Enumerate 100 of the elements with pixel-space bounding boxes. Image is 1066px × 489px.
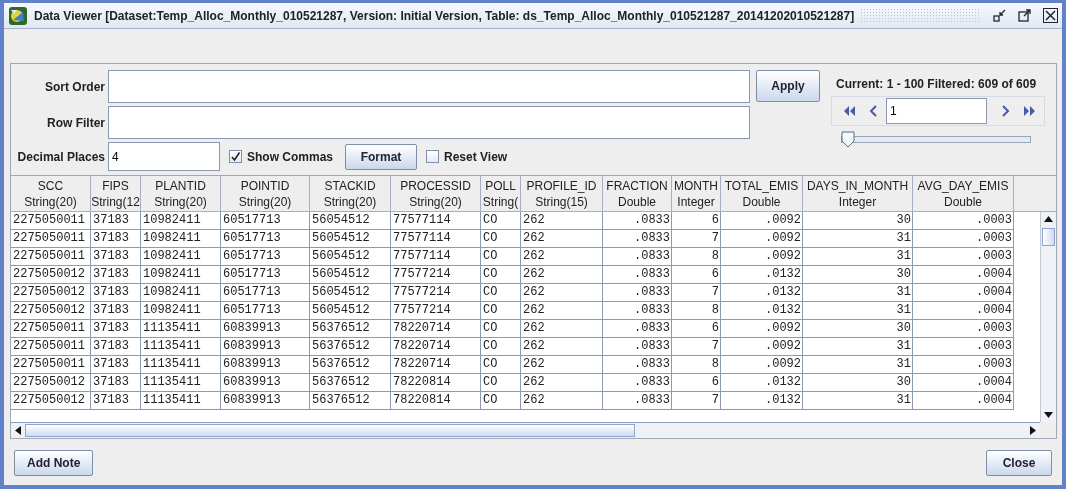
next-page-icon[interactable]: [1001, 105, 1011, 117]
table-cell: 56376512: [310, 356, 391, 374]
first-page-icon[interactable]: [842, 105, 856, 117]
table-cell: 262: [521, 248, 603, 266]
horizontal-scrollbar[interactable]: [11, 422, 1040, 438]
table-cell: .0004: [913, 284, 1014, 302]
table-cell: 8: [672, 248, 721, 266]
reset-view-label: Reset View: [444, 149, 508, 164]
scroll-up-icon[interactable]: [1044, 216, 1053, 222]
table-cell: 262: [521, 302, 603, 320]
table-cell: 11135411: [141, 392, 221, 410]
record-status: Current: 1 - 100 Filtered: 609 of 609: [836, 77, 1038, 91]
format-button[interactable]: Format: [345, 143, 417, 170]
table-cell: 31: [803, 230, 913, 248]
table-cell: CO: [481, 338, 521, 356]
table-cell: .0004: [913, 302, 1014, 320]
table-cell: 77577214: [391, 302, 481, 320]
table-cell: 11135411: [141, 320, 221, 338]
page-number-field[interactable]: 1: [886, 98, 987, 124]
table-cell: 2275050012: [11, 302, 91, 320]
scroll-down-icon[interactable]: [1044, 412, 1053, 418]
table-cell: .0003: [913, 230, 1014, 248]
table-cell: 60517713: [221, 302, 310, 320]
table-cell: 262: [521, 266, 603, 284]
table-cell: 6: [672, 320, 721, 338]
table-cell: 60839913: [221, 356, 310, 374]
table-cell: 10982411: [141, 212, 221, 230]
apply-button[interactable]: Apply: [756, 70, 820, 102]
table-cell: 78220814: [391, 374, 481, 392]
table-cell: 77577214: [391, 266, 481, 284]
table-cell: 37183: [91, 374, 141, 392]
table-cell: 11135411: [141, 356, 221, 374]
table-cell: 56054512: [310, 230, 391, 248]
table-cell: 262: [521, 356, 603, 374]
table-cell: .0132: [721, 284, 803, 302]
table-cell: CO: [481, 284, 521, 302]
scroll-left-icon[interactable]: [15, 426, 21, 435]
table-cell: .0132: [721, 374, 803, 392]
table-cell: 56376512: [310, 374, 391, 392]
scroll-thumb[interactable]: [25, 424, 635, 437]
table-cell: .0833: [603, 320, 672, 338]
decimal-places-label: Decimal Places: [16, 149, 105, 164]
table-cell: 30: [803, 212, 913, 230]
slider-thumb[interactable]: [841, 131, 855, 148]
sort-order-field[interactable]: [108, 70, 750, 103]
table-cell: 37183: [91, 356, 141, 374]
window-title: Data Viewer [Dataset:Temp_Alloc_Monthly_010521287, Version: Initial Version, Table: ds_Temp_Alloc_Monthly_010521287_20141202010521287]: [34, 8, 855, 23]
table-cell: 56376512: [310, 338, 391, 356]
row-filter-field[interactable]: [108, 106, 750, 139]
scroll-right-icon[interactable]: [1030, 426, 1036, 435]
table-cell: .0003: [913, 248, 1014, 266]
table-cell: 2275050011: [11, 248, 91, 266]
minimize-icon[interactable]: [993, 9, 1006, 22]
table-cell: .0833: [603, 392, 672, 410]
table-cell: .0092: [721, 248, 803, 266]
table-cell: 8: [672, 302, 721, 320]
page-slider[interactable]: [841, 131, 1031, 149]
table-cell: 2275050012: [11, 392, 91, 410]
previous-page-icon[interactable]: [868, 105, 878, 117]
table-cell: .0092: [721, 212, 803, 230]
table-cell: .0092: [721, 338, 803, 356]
checkbox[interactable]: [229, 150, 242, 163]
table-cell: 56054512: [310, 248, 391, 266]
table-cell: 30: [803, 320, 913, 338]
table-cell: CO: [481, 230, 521, 248]
table-cell: 77577214: [391, 284, 481, 302]
table-cell: 262: [521, 320, 603, 338]
dialog-button[interactable]: Add Note: [14, 450, 94, 476]
close-icon[interactable]: [1043, 8, 1058, 23]
table-cell: 7: [672, 284, 721, 302]
table-cell: 60517713: [221, 266, 310, 284]
table-cell: 8: [672, 356, 721, 374]
dialog-button[interactable]: Close: [986, 450, 1052, 476]
table-cell: 77577114: [391, 212, 481, 230]
table-cell: 2275050011: [11, 230, 91, 248]
last-page-icon[interactable]: [1023, 105, 1037, 117]
table-cell: .0092: [721, 230, 803, 248]
vertical-scrollbar[interactable]: [1040, 212, 1056, 422]
table-cell: 11135411: [141, 374, 221, 392]
table-cell: 30: [803, 374, 913, 392]
table-cell: .0833: [603, 302, 672, 320]
scroll-thumb[interactable]: [1042, 228, 1055, 246]
table-cell: 56054512: [310, 266, 391, 284]
table-cell: CO: [481, 392, 521, 410]
table-cell: 56376512: [310, 320, 391, 338]
table-cell: 78220714: [391, 338, 481, 356]
table-cell: 7: [672, 230, 721, 248]
maximize-icon[interactable]: [1018, 9, 1031, 22]
table-cell: CO: [481, 248, 521, 266]
table-cell: 78220714: [391, 356, 481, 374]
checkbox[interactable]: [426, 150, 439, 163]
table-cell: .0833: [603, 212, 672, 230]
table-cell: .0833: [603, 284, 672, 302]
table-cell: 6: [672, 212, 721, 230]
table-cell: .0132: [721, 392, 803, 410]
table-cell: .0132: [721, 302, 803, 320]
decimal-places-field[interactable]: 4: [108, 142, 220, 171]
table-cell: 7: [672, 392, 721, 410]
table-cell: .0003: [913, 356, 1014, 374]
table-cell: .0003: [913, 212, 1014, 230]
